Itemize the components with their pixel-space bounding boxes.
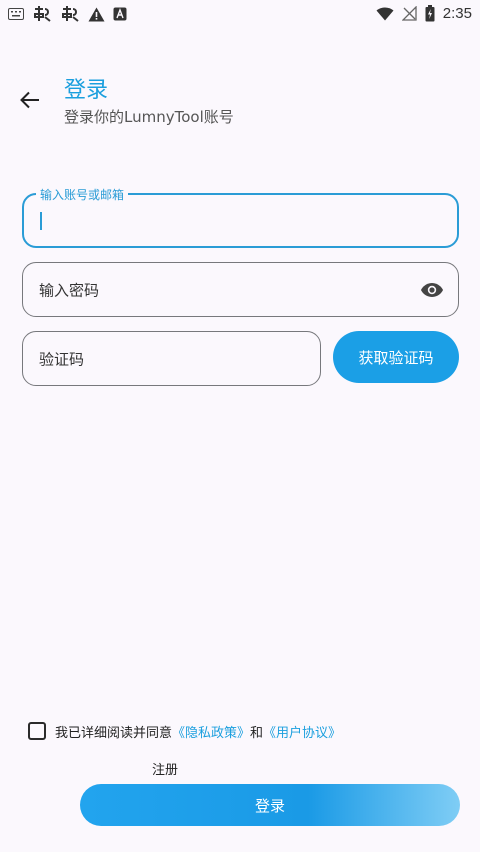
warning-icon [88, 7, 105, 22]
eye-icon [421, 282, 443, 297]
wifi-icon [376, 7, 394, 21]
status-bar-left [8, 5, 127, 23]
account-input-label: 输入账号或邮箱 [36, 186, 129, 203]
verification-code-placeholder: 验证码 [39, 350, 85, 368]
account-input[interactable]: 输入账号或邮箱 [22, 186, 459, 248]
back-button[interactable] [14, 84, 46, 116]
text-caret [40, 211, 42, 230]
password-placeholder: 输入密码 [39, 281, 100, 299]
register-link[interactable]: 注册 [152, 759, 178, 778]
font-icon [113, 7, 127, 21]
verification-code-input[interactable]: 验证码 [22, 331, 321, 386]
page-title: 登录 [64, 78, 109, 103]
get-code-button[interactable]: 获取验证码 [333, 331, 459, 383]
status-bar: 2:35 [0, 0, 480, 28]
app-icon [60, 5, 80, 23]
arrow-left-icon [20, 91, 39, 109]
login-button[interactable]: 登录 [80, 784, 460, 826]
agreement-and: 和 [250, 725, 264, 741]
password-input[interactable]: 输入密码 [22, 262, 459, 317]
header: 登录 登录你的LumnyTool账号 [0, 66, 480, 136]
app-icon [32, 5, 52, 23]
battery-icon [425, 5, 435, 22]
password-visibility-toggle[interactable] [418, 276, 446, 304]
status-bar-right: 2:35 [376, 5, 472, 22]
agreement-text: 我已详细阅读并同意 [55, 725, 173, 741]
status-time: 2:35 [442, 5, 472, 22]
keyboard-icon [8, 8, 24, 20]
agreement-checkbox[interactable] [28, 722, 46, 740]
agreement-row: 我已详细阅读并同意 《隐私政策》 和 《用户协议》 [28, 720, 341, 742]
page-subtitle: 登录你的LumnyTool账号 [64, 108, 234, 126]
privacy-policy-link[interactable]: 《隐私政策》 [172, 722, 250, 741]
user-agreement-link[interactable]: 《用户协议》 [263, 722, 341, 741]
no-signal-icon [401, 6, 417, 21]
